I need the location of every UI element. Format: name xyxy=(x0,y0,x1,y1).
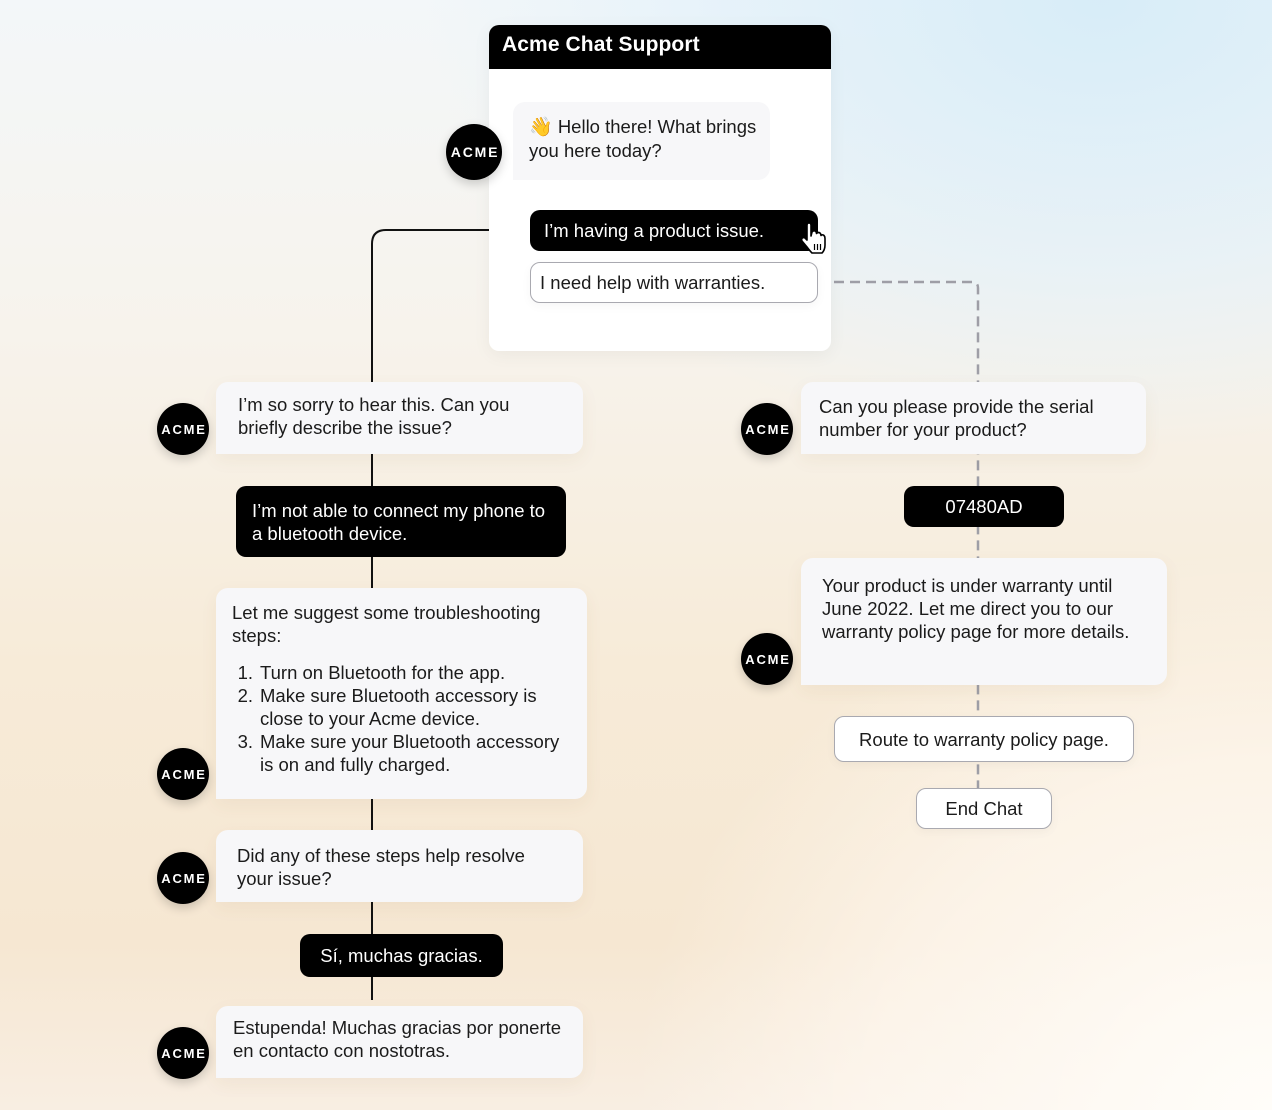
warranty-user-serial-number: 07480AD xyxy=(904,486,1064,527)
acme-avatar: ACME xyxy=(446,124,502,180)
greeting-bubble: 👋 Hello there! What brings you here toda… xyxy=(513,102,770,180)
acme-avatar: ACME xyxy=(157,852,209,904)
troubleshooting-intro: Let me suggest some troubleshooting step… xyxy=(232,602,541,646)
warranty-bot-message-2: Your product is under warranty until Jun… xyxy=(801,558,1167,685)
waving-hand-icon: 👋 xyxy=(529,117,553,138)
acme-avatar: ACME xyxy=(157,1027,209,1079)
product-bot-message-3: Did any of these steps help resolve your… xyxy=(216,830,583,902)
chat-window-title: Acme Chat Support xyxy=(489,25,831,69)
troubleshooting-step: 2. Make sure Bluetooth accessory is close… xyxy=(237,685,537,729)
troubleshooting-steps-list: 1. Turn on Bluetooth for the app. 2. Make … xyxy=(232,661,573,776)
option-product-issue-button[interactable]: I’m having a product issue. xyxy=(530,210,818,251)
greeting-text: Hello there! What brings you here today? xyxy=(529,116,757,161)
acme-avatar: ACME xyxy=(741,403,793,455)
acme-avatar: ACME xyxy=(741,633,793,685)
troubleshooting-step: 1. Turn on Bluetooth for the app. xyxy=(237,662,506,683)
end-chat-button[interactable]: End Chat xyxy=(916,788,1052,829)
product-bot-message-1: I’m so sorry to hear this. Can you brief… xyxy=(216,382,583,454)
warranty-bot-message-1: Can you please provide the serial number… xyxy=(801,382,1146,454)
hand-pointer-cursor-icon xyxy=(800,222,826,254)
acme-avatar: ACME xyxy=(157,748,209,800)
product-bot-troubleshooting: Let me suggest some troubleshooting step… xyxy=(216,588,587,799)
product-user-message-1: I’m not able to connect my phone to a bl… xyxy=(236,486,566,557)
product-user-message-2: Sí, muchas gracias. xyxy=(300,934,503,977)
troubleshooting-step: 3. Make sure your Bluetooth accessory is … xyxy=(237,731,560,775)
acme-avatar: ACME xyxy=(157,403,209,455)
route-to-warranty-policy-button[interactable]: Route to warranty policy page. xyxy=(834,716,1134,762)
product-bot-message-4: Estupenda! Muchas gracias por ponerte en… xyxy=(216,1006,583,1078)
option-warranties-button[interactable]: I need help with warranties. xyxy=(530,262,818,303)
